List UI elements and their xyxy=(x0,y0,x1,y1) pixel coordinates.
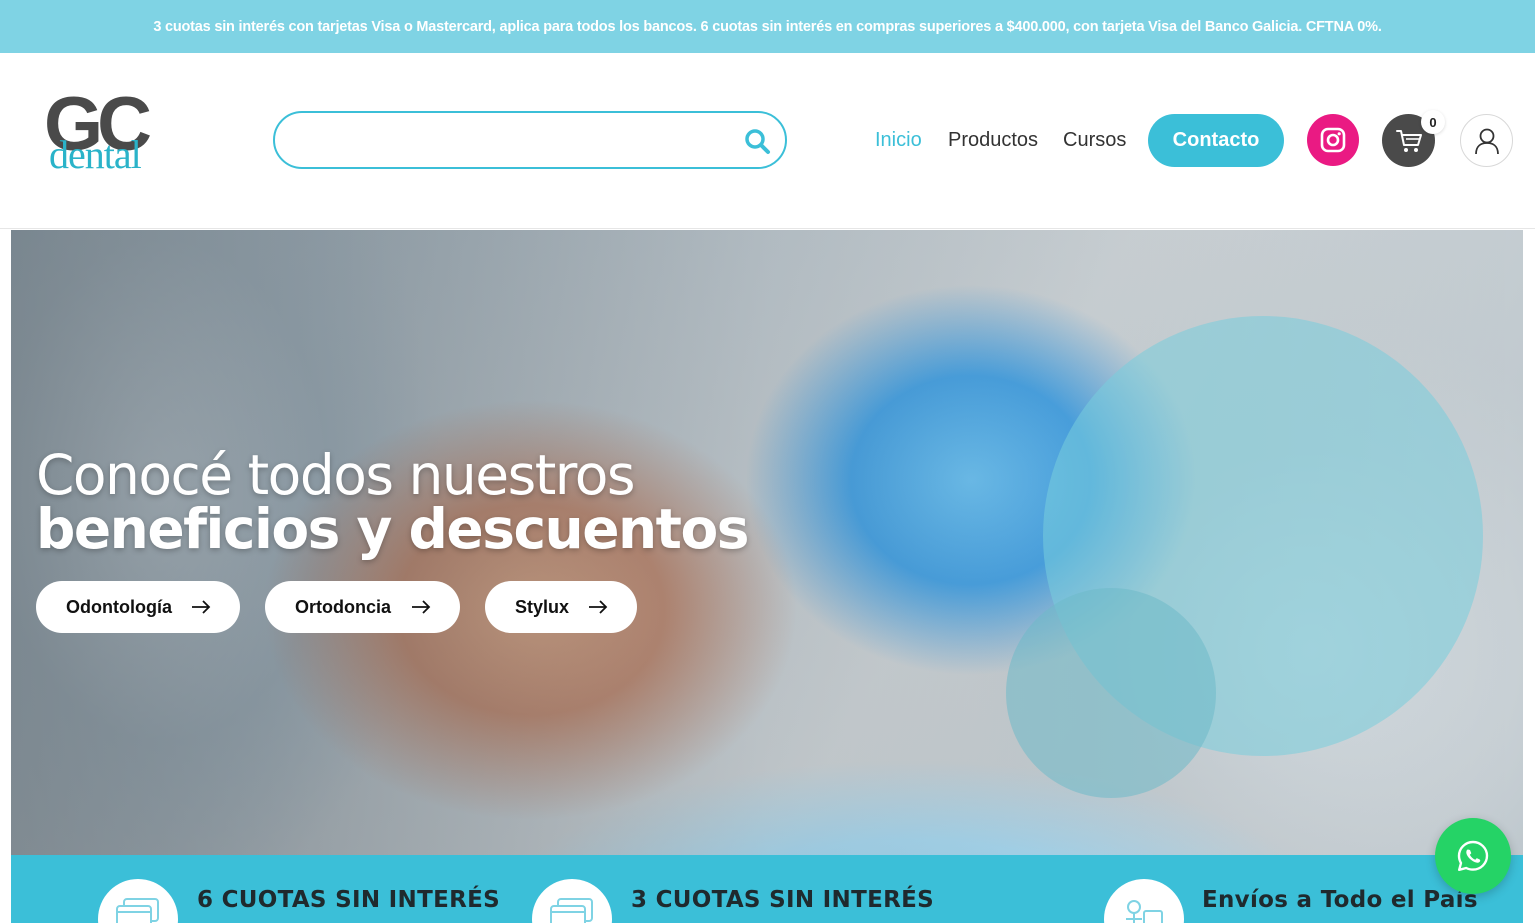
search-icon[interactable] xyxy=(743,127,771,155)
search-input[interactable] xyxy=(293,121,733,159)
promo-text: 3 cuotas sin interés con tarjetas Visa o… xyxy=(153,18,1382,35)
instagram-button[interactable] xyxy=(1307,114,1359,166)
category-button-stylux[interactable]: Stylux xyxy=(485,581,637,633)
hero-title-line2: beneficios y descuentos xyxy=(36,497,749,561)
whatsapp-icon xyxy=(1457,840,1489,871)
site-header: GC dental Inicio Productos Cursos Contac… xyxy=(0,53,1535,229)
logo-dental: dental xyxy=(49,132,142,177)
arrow-right-icon xyxy=(412,600,431,614)
credit-card-icon xyxy=(550,898,593,923)
category-label: Ortodoncia xyxy=(295,596,392,617)
category-label: Odontología xyxy=(66,596,172,617)
benefits-strip: 6 CUOTAS SIN INTERÉS 3 CUOTAS SIN INTERÉ… xyxy=(11,855,1523,923)
nav-link-cursos[interactable]: Cursos xyxy=(1063,129,1126,152)
whatsapp-button[interactable] xyxy=(1435,818,1511,894)
benefit-title-6-cuotas: 6 CUOTAS SIN INTERÉS xyxy=(197,887,500,913)
hero-title-line1: Conocé todos nuestros xyxy=(36,443,636,507)
benefit-icon-circle xyxy=(98,879,178,923)
cart-icon xyxy=(1395,129,1422,152)
cart-count-badge: 0 xyxy=(1421,110,1445,134)
hero-banner: Conocé todos nuestros beneficios y descu… xyxy=(11,230,1523,855)
promo-bar: 3 cuotas sin interés con tarjetas Visa o… xyxy=(0,0,1535,53)
decor-circle-small xyxy=(1006,588,1216,798)
instagram-icon xyxy=(1320,127,1346,153)
contact-button[interactable]: Contacto xyxy=(1148,114,1284,167)
account-button[interactable] xyxy=(1460,114,1513,167)
category-button-ortodoncia[interactable]: Ortodoncia xyxy=(265,581,460,633)
arrow-right-icon xyxy=(192,600,211,614)
benefit-icon-circle xyxy=(532,879,612,923)
nav-link-inicio[interactable]: Inicio xyxy=(875,129,922,152)
credit-card-icon xyxy=(116,898,159,923)
hero-title: Conocé todos nuestros beneficios y descu… xyxy=(36,443,749,561)
benefit-title-envios: Envíos a Todo el País xyxy=(1202,887,1478,913)
category-button-odontologia[interactable]: Odontología xyxy=(36,581,240,633)
search-box xyxy=(273,111,787,169)
site-logo[interactable]: GC dental xyxy=(44,87,174,183)
user-icon xyxy=(1474,128,1499,154)
nav-link-productos[interactable]: Productos xyxy=(948,129,1038,152)
delivery-icon xyxy=(1126,900,1163,923)
arrow-right-icon xyxy=(589,600,608,614)
category-label: Stylux xyxy=(515,596,570,617)
benefit-title-3-cuotas: 3 CUOTAS SIN INTERÉS xyxy=(631,887,934,913)
benefit-icon-circle xyxy=(1104,879,1184,923)
